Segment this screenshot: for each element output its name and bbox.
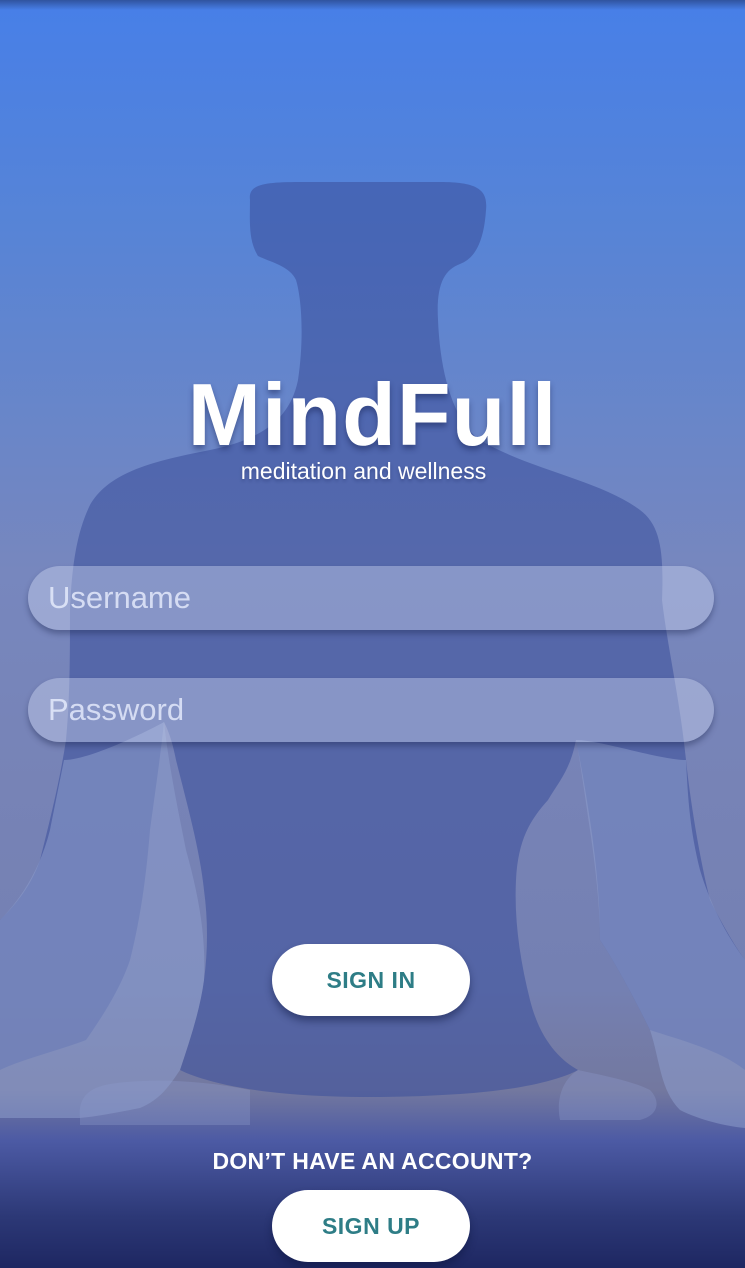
sign-in-screen: MindFull meditation and wellness SIGN IN… [0,0,745,1268]
app-title: MindFull [187,365,558,464]
app-subtitle: meditation and wellness [240,458,487,484]
no-account-text: DON’T HAVE AN ACCOUNT? [212,1148,533,1174]
username-field[interactable] [28,566,714,630]
sign-in-button[interactable]: SIGN IN [272,944,470,1016]
sign-up-button[interactable]: SIGN UP [272,1190,470,1262]
password-input[interactable] [46,691,696,729]
password-field[interactable] [28,678,714,742]
username-input[interactable] [46,579,696,617]
meditation-silhouette-icon [0,182,745,1128]
